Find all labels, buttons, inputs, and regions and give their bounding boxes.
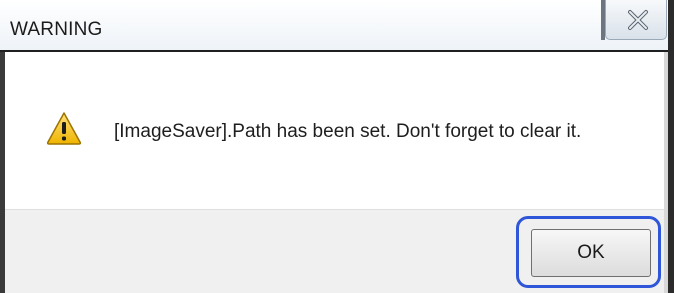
close-icon [628, 10, 648, 30]
close-button[interactable] [605, 0, 667, 40]
message-text: [ImageSaver].Path has been set. Don't fo… [114, 121, 582, 142]
ok-button-highlight [516, 216, 661, 288]
warning-icon [46, 112, 82, 145]
warning-dialog: WARNING [ImageSaver].Path has been set. … [0, 0, 674, 293]
window-title: WARNING [10, 19, 103, 40]
window-frame-right [668, 0, 674, 293]
title-bar: WARNING [0, 0, 674, 52]
message-area: [ImageSaver].Path has been set. Don't fo… [5, 52, 664, 209]
